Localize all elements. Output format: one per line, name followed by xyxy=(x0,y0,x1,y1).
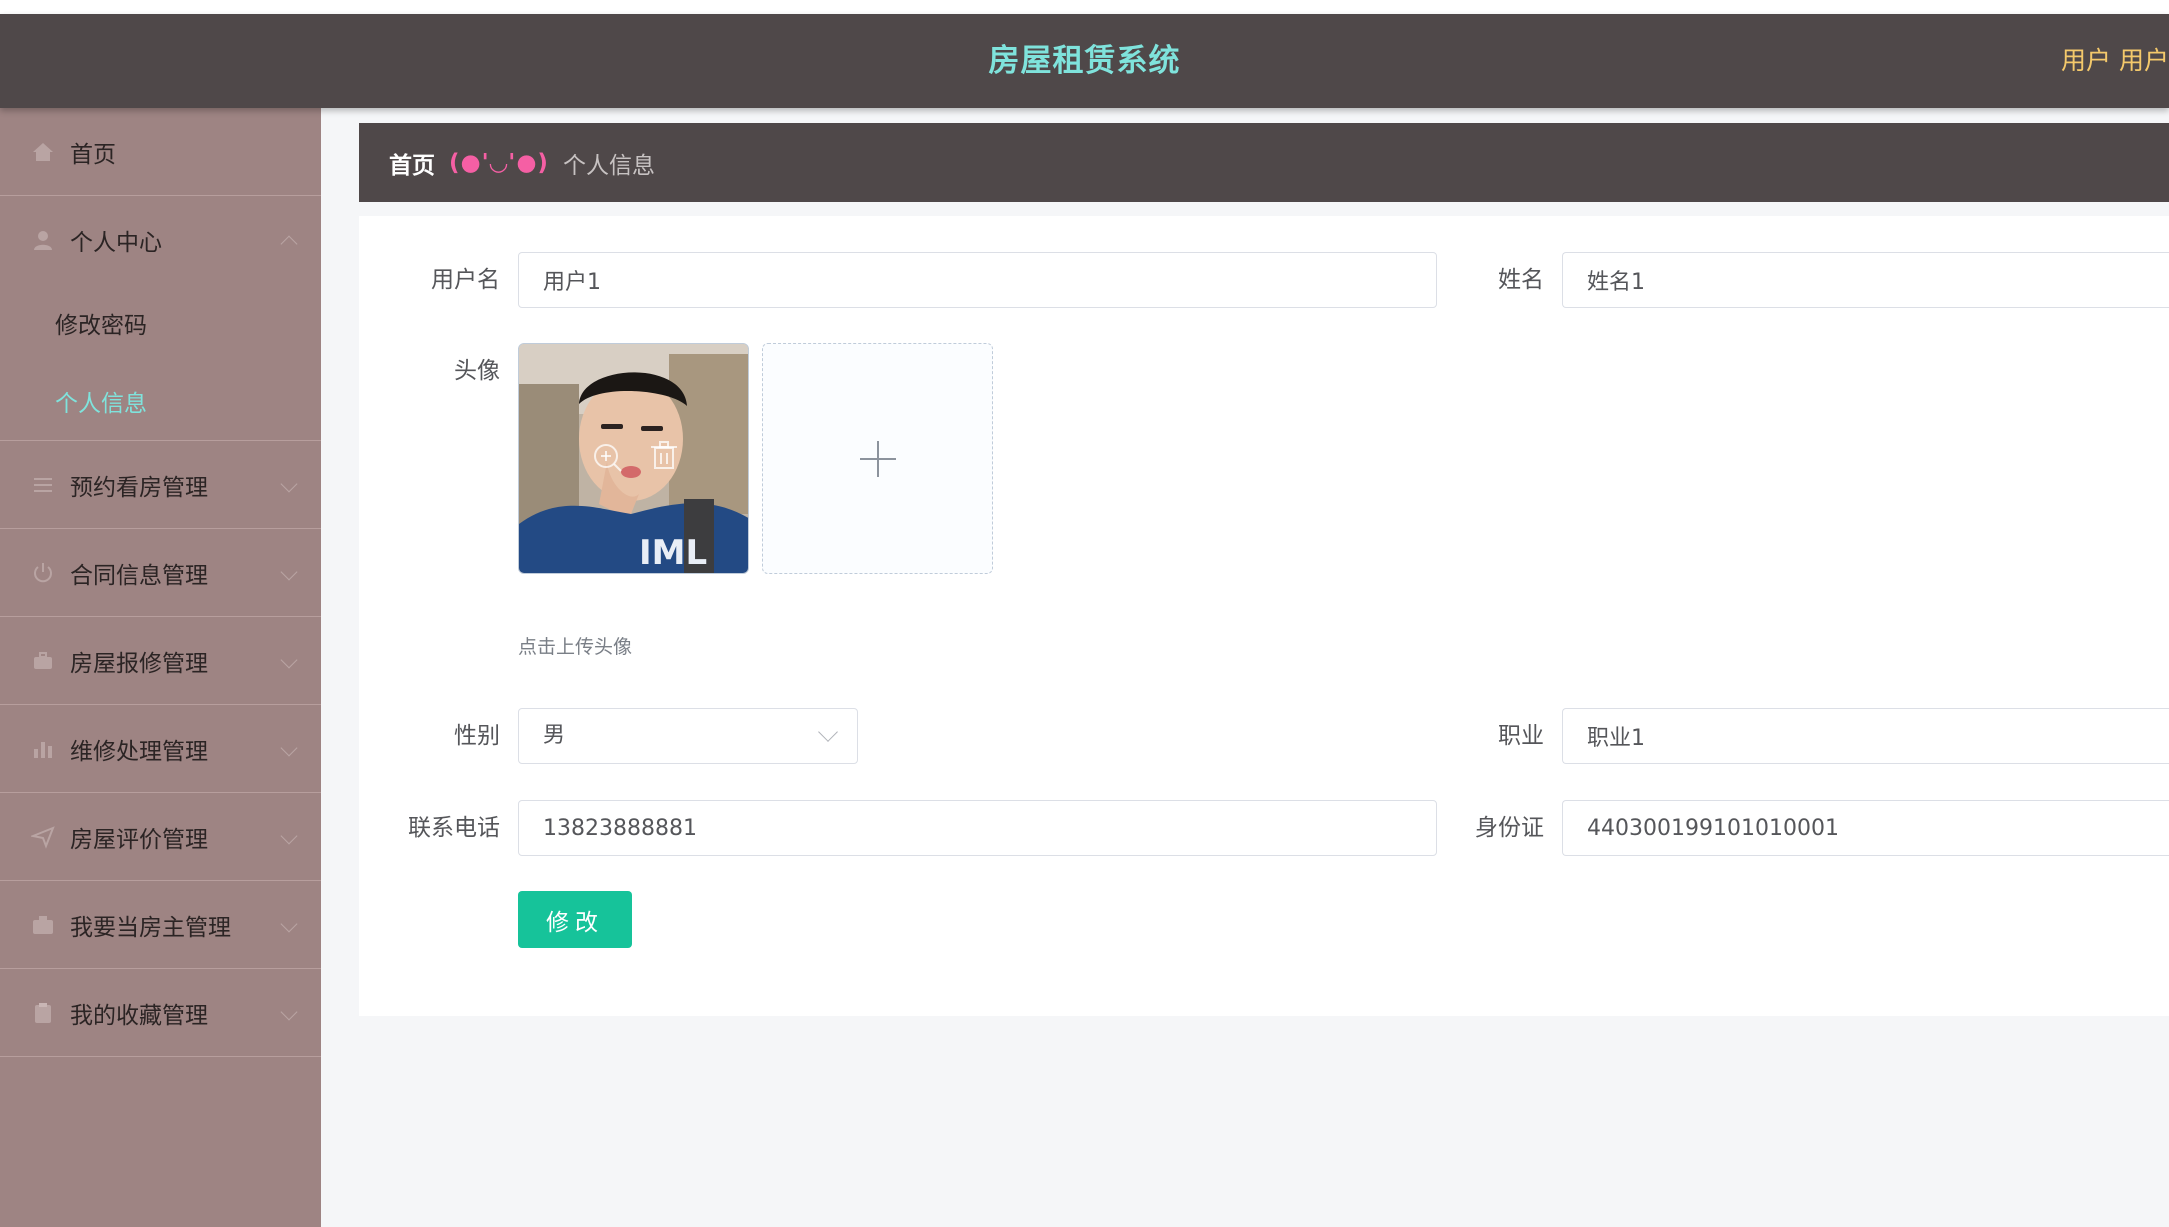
breadcrumb: 首页 (●'◡'●) 个人信息 xyxy=(359,123,2169,202)
briefcase-icon xyxy=(30,648,56,674)
gender-label: 性别 xyxy=(454,723,500,749)
chevron-down-icon xyxy=(280,651,298,668)
chevron-down-icon xyxy=(818,722,838,742)
chevron-down-icon xyxy=(280,1003,298,1020)
breadcrumb-current: 个人信息 xyxy=(562,152,655,179)
chevron-down-icon xyxy=(280,739,298,756)
breadcrumb-home[interactable]: 首页 xyxy=(389,146,435,180)
submit-button[interactable]: 修改 xyxy=(518,891,632,948)
gender-selected-value: 男 xyxy=(543,723,566,748)
job-input[interactable] xyxy=(1562,708,2169,764)
sidebar-item-contracts[interactable]: 合同信息管理 xyxy=(0,529,321,617)
user-info[interactable]: 用户 用户 xyxy=(2053,14,2169,108)
avatar-upload-button[interactable] xyxy=(762,343,993,574)
user-name: 用户 xyxy=(2118,46,2169,75)
idcard-input[interactable] xyxy=(1562,800,2169,856)
sidebar-item-label: 合同信息管理 xyxy=(70,562,208,589)
top-strip xyxy=(0,0,2169,14)
sidebar-item-house-reviews[interactable]: 房屋评价管理 xyxy=(0,793,321,881)
phone-label: 联系电话 xyxy=(408,815,500,841)
power-icon xyxy=(30,560,56,586)
sidebar-item-label: 房屋评价管理 xyxy=(70,826,208,853)
chevron-down-icon xyxy=(280,563,298,580)
avatar-upload-hint: 点击上传头像 xyxy=(518,636,633,658)
sidebar-item-viewing-appointments[interactable]: 预约看房管理 xyxy=(0,441,321,529)
delete-icon[interactable] xyxy=(651,441,677,469)
suitcase-icon xyxy=(30,912,56,938)
sidebar-item-label: 我的收藏管理 xyxy=(70,1002,208,1029)
sidebar-item-repair-processing[interactable]: 维修处理管理 xyxy=(0,705,321,793)
sidebar-item-label: 维修处理管理 xyxy=(70,738,208,765)
sidebar-item-become-landlord[interactable]: 我要当房主管理 xyxy=(0,881,321,969)
name-input[interactable] xyxy=(1562,252,2169,308)
user-role: 用户 xyxy=(2060,46,2111,75)
avatar-image[interactable]: IML xyxy=(518,343,749,574)
sidebar-item-label: 个人中心 xyxy=(70,230,162,256)
sidebar-item-home[interactable]: 首页 xyxy=(0,108,321,196)
job-label: 职业 xyxy=(1498,723,1544,749)
sidebar-item-favorites[interactable]: 我的收藏管理 xyxy=(0,969,321,1057)
list-icon xyxy=(30,472,56,498)
sidebar-item-label: 我要当房主管理 xyxy=(70,914,231,941)
chevron-down-icon xyxy=(280,827,298,844)
username-label: 用户名 xyxy=(431,267,500,293)
bar-chart-icon xyxy=(30,736,56,762)
user-icon xyxy=(30,227,56,253)
sidebar-item-repair-requests[interactable]: 房屋报修管理 xyxy=(0,617,321,705)
phone-input[interactable] xyxy=(518,800,1437,856)
submenu-personal-center: 修改密码 个人信息 xyxy=(0,284,321,441)
sidebar-item-personal-center[interactable]: 个人中心 xyxy=(0,196,321,284)
app-title: 房屋租赁系统 xyxy=(988,43,1181,79)
send-icon xyxy=(30,824,56,850)
gender-select[interactable]: 男 xyxy=(518,708,858,764)
sidebar-subitem-change-password[interactable]: 修改密码 xyxy=(0,284,321,362)
home-icon xyxy=(30,139,56,165)
app-header: 房屋租赁系统 用户 用户 xyxy=(0,14,2169,108)
chevron-up-icon xyxy=(280,235,298,253)
username-input[interactable] xyxy=(518,252,1437,308)
sidebar: 首页 个人中心 修改密码 个人信息 预约看房管理 合同信息管理 房屋报修管理 维… xyxy=(0,108,321,1227)
chevron-down-icon xyxy=(280,915,298,932)
avatar-label: 头像 xyxy=(454,358,500,384)
sidebar-item-label: 预约看房管理 xyxy=(70,474,208,501)
chevron-down-icon xyxy=(280,475,298,492)
sidebar-item-label: 首页 xyxy=(70,141,116,168)
breadcrumb-separator: (●'◡'●) xyxy=(449,149,549,176)
sidebar-item-label: 房屋报修管理 xyxy=(70,650,208,677)
clipboard-icon xyxy=(30,1000,56,1026)
zoom-in-icon[interactable] xyxy=(594,444,622,472)
sidebar-subitem-profile[interactable]: 个人信息 xyxy=(0,362,321,440)
avatar-actions xyxy=(519,344,748,573)
name-label: 姓名 xyxy=(1498,267,1544,293)
idcard-label: 身份证 xyxy=(1475,815,1544,841)
